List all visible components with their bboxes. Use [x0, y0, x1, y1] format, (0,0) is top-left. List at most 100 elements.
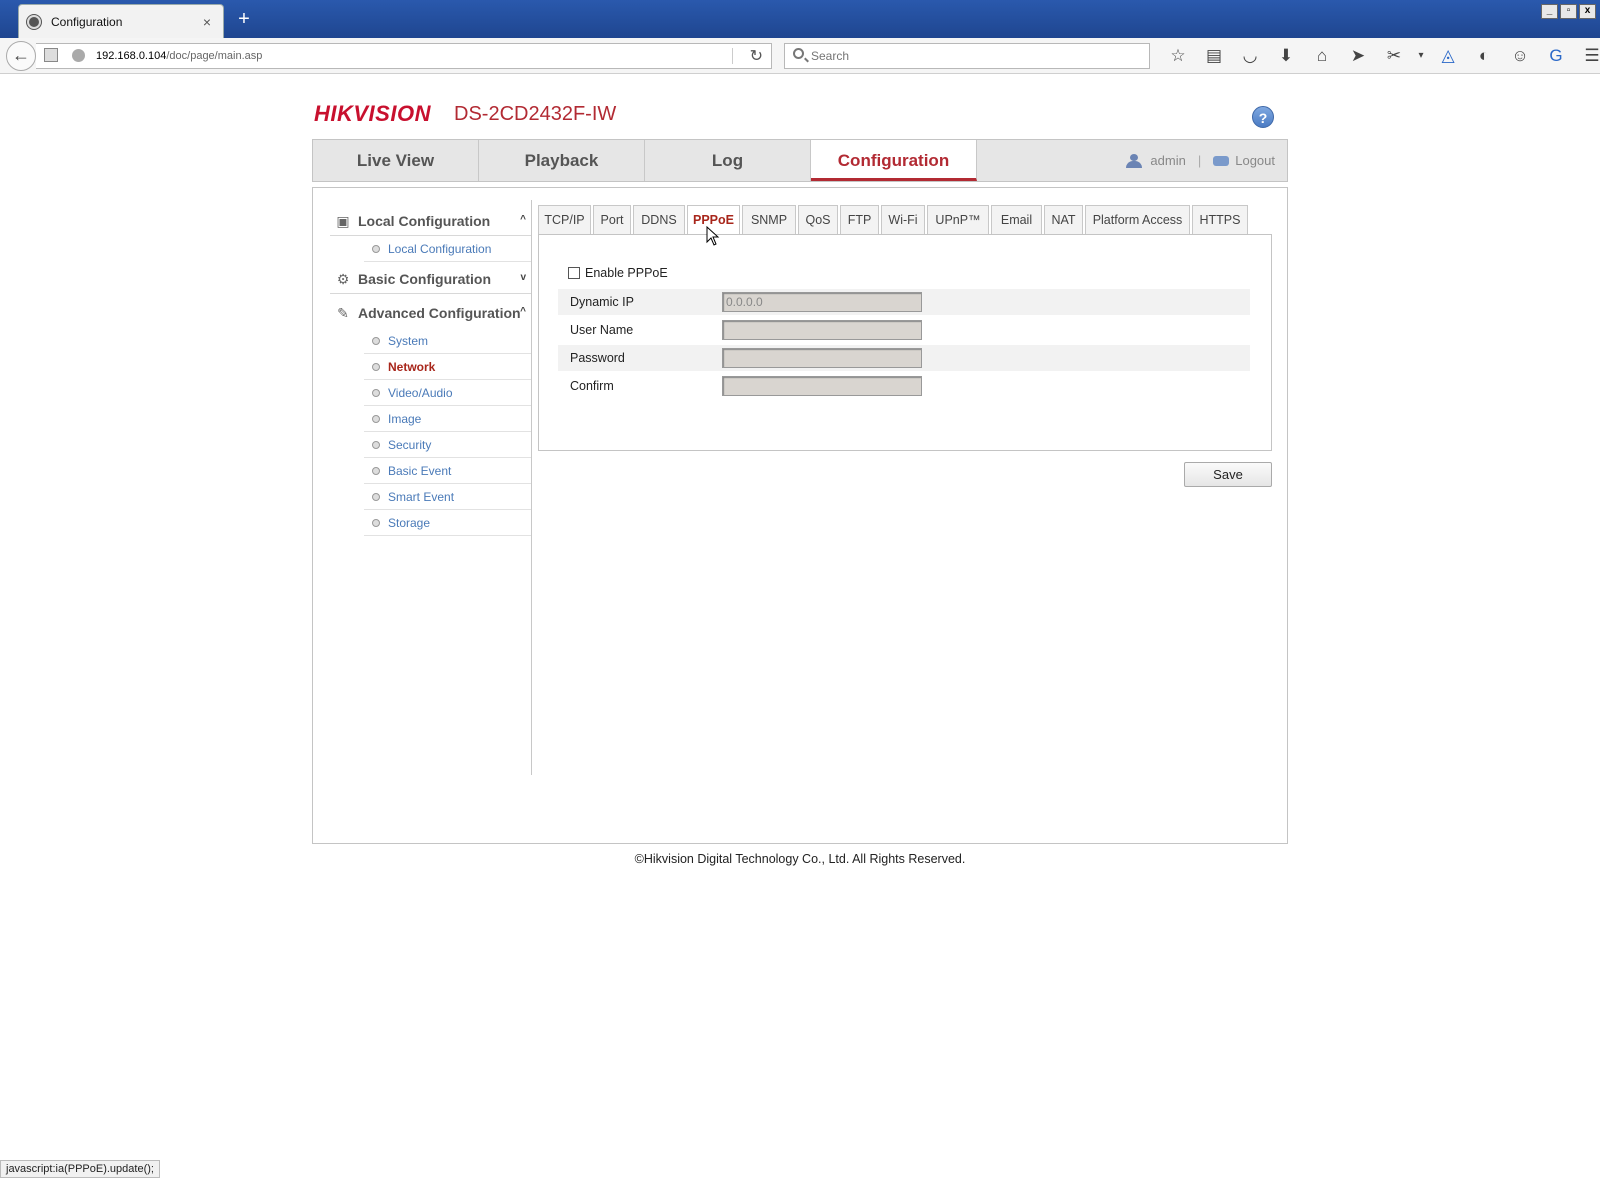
sidebar-section-label: Local Configuration [358, 212, 491, 229]
tab-configuration[interactable]: Configuration [811, 140, 977, 181]
tab-live-view[interactable]: Live View [313, 140, 479, 181]
sidebar-item-local-configuration[interactable]: Local Configuration [364, 236, 532, 262]
search-input[interactable] [809, 47, 1129, 65]
sidebar-item-label: System [388, 333, 429, 348]
sidebar-section-advanced-configuration[interactable]: ✎ Advanced Configuration ^ [330, 298, 532, 328]
tab-snmp[interactable]: SNMP [742, 205, 796, 235]
sidebar-item-video-audio[interactable]: Video/Audio [364, 380, 532, 406]
chevron-up-icon[interactable]: ^ [520, 214, 526, 225]
sidebar-item-basic-event[interactable]: Basic Event [364, 458, 532, 484]
tab-tcp-ip[interactable]: TCP/IP [538, 205, 591, 235]
tab-ftp[interactable]: FTP [840, 205, 879, 235]
maximize-button[interactable]: ▫ [1560, 4, 1577, 19]
form-label: Confirm [570, 379, 614, 393]
menu-icon[interactable]: ☰ [1574, 44, 1600, 68]
sidebar-item-storage[interactable]: Storage [364, 510, 532, 536]
sidebar-item-label: Smart Event [388, 489, 455, 504]
browser-toolbar-icons: ☆ ▤ ◡ ⬇ ⌂ ➤ ✂ ▾ ◬ ◐ ☺ G ☰ [1160, 44, 1600, 68]
url-bar[interactable]: 192.168.0.104/doc/page/main.asp ↻ [36, 43, 772, 69]
user-name-field[interactable] [722, 320, 922, 340]
sync-icon[interactable]: ◬ [1430, 44, 1466, 68]
password-field[interactable] [722, 348, 922, 368]
password-row: Password [558, 345, 1250, 371]
tab-log[interactable]: Log [645, 140, 811, 181]
navigation-toolbar: ← 192.168.0.104/doc/page/main.asp ↻ ☆ ▤ … [0, 38, 1600, 74]
bullet-icon [372, 362, 380, 371]
device-model: DS-2CD2432F-IW [454, 103, 617, 125]
confirm-password-field[interactable] [722, 376, 922, 396]
chevron-down-icon[interactable]: v [520, 272, 526, 283]
sidebar-item-security[interactable]: Security [364, 432, 532, 458]
bullet-icon [372, 492, 380, 501]
reading-list-icon[interactable]: ▤ [1196, 44, 1232, 68]
confirm-row: Confirm [558, 373, 1250, 399]
minimize-button[interactable]: _ [1541, 4, 1558, 19]
sidebar-item-label: Image [388, 411, 422, 426]
star-icon[interactable]: ☆ [1160, 44, 1196, 68]
wrench-icon: ✎ [337, 305, 349, 321]
logout-link[interactable]: Logout [1235, 140, 1275, 181]
tab-email[interactable]: Email [991, 205, 1042, 235]
extension-icon[interactable]: ✂ [1376, 44, 1412, 68]
tab-upnp[interactable]: UPnP™ [927, 205, 989, 235]
page-identity-icon[interactable] [44, 48, 58, 62]
enable-pppoe-label[interactable]: Enable PPPoE [585, 266, 668, 280]
main-navigation: Live View Playback Log Configuration adm… [312, 139, 1288, 182]
download-icon[interactable]: ⬇ [1268, 44, 1304, 68]
new-tab-button[interactable]: + [234, 8, 254, 30]
user-area: admin | Logout [1126, 140, 1275, 181]
search-icon [793, 48, 804, 59]
back-button[interactable]: ← [6, 41, 36, 71]
search-box[interactable] [784, 43, 1150, 69]
reload-icon[interactable]: ↻ [750, 46, 763, 66]
enable-pppoe-checkbox[interactable] [568, 267, 580, 279]
bullet-icon [372, 388, 380, 397]
chat-icon[interactable]: ☺ [1502, 44, 1538, 68]
tab-platform-access[interactable]: Platform Access [1085, 205, 1190, 235]
sidebar-item-image[interactable]: Image [364, 406, 532, 432]
url-text[interactable]: 192.168.0.104/doc/page/main.asp [96, 50, 262, 62]
browser-tab[interactable]: Configuration × [18, 4, 224, 38]
sidebar-item-network[interactable]: Network [364, 354, 532, 380]
site-info-icon[interactable] [72, 49, 85, 62]
url-divider [732, 48, 733, 64]
home-icon[interactable]: ⌂ [1304, 44, 1340, 68]
sidebar-section-label: Advanced Configuration [358, 305, 521, 321]
sidebar-item-smart-event[interactable]: Smart Event [364, 484, 532, 510]
logout-icon[interactable] [1213, 155, 1230, 166]
bullet-icon [372, 336, 380, 345]
dropdown-icon[interactable]: ▾ [1412, 44, 1430, 68]
sidebar-item-label: Local Configuration [388, 241, 492, 256]
tab-qos[interactable]: QoS [798, 205, 838, 235]
help-icon[interactable]: ? [1252, 106, 1274, 128]
chevron-up-icon[interactable]: ^ [520, 306, 526, 317]
sidebar-item-system[interactable]: System [364, 328, 532, 354]
dynamic-ip-row: Dynamic IP [558, 289, 1250, 315]
sidebar-item-label: Network [388, 359, 436, 374]
sidebar-section-label: Basic Configuration [358, 270, 492, 287]
tab-nat[interactable]: NAT [1044, 205, 1083, 235]
user-separator: | [1197, 153, 1202, 168]
addon-icon[interactable]: G [1538, 44, 1574, 68]
tab-playback[interactable]: Playback [479, 140, 645, 181]
history-icon[interactable]: ◐ [1466, 44, 1502, 68]
dynamic-ip-field[interactable] [722, 292, 922, 312]
close-window-button[interactable]: x [1579, 4, 1596, 19]
tab-wi-fi[interactable]: Wi-Fi [881, 205, 925, 235]
send-icon[interactable]: ➤ [1340, 44, 1376, 68]
sidebar-section-basic-configuration[interactable]: ⚙ Basic Configuration v [330, 264, 532, 294]
pocket-icon[interactable]: ◡ [1232, 44, 1268, 68]
browser-title-bar: Configuration × + _ ▫ x [0, 0, 1600, 38]
tab-port[interactable]: Port [593, 205, 631, 235]
browser-status-bar: javascript:ia(PPPoE).update(); [0, 1160, 160, 1178]
copyright-footer: ©Hikvision Digital Technology Co., Ltd. … [634, 852, 966, 866]
sidebar-section-local-configuration[interactable]: ▣ Local Configuration ^ [330, 206, 532, 236]
bullet-icon [372, 440, 380, 449]
username: admin [1150, 153, 1186, 168]
tab-close-icon[interactable]: × [199, 14, 215, 30]
tab-ddns[interactable]: DDNS [633, 205, 685, 235]
bullet-icon [372, 244, 380, 253]
form-label: Password [570, 351, 625, 365]
tab-https[interactable]: HTTPS [1192, 205, 1248, 235]
save-button[interactable]: Save [1184, 462, 1272, 487]
